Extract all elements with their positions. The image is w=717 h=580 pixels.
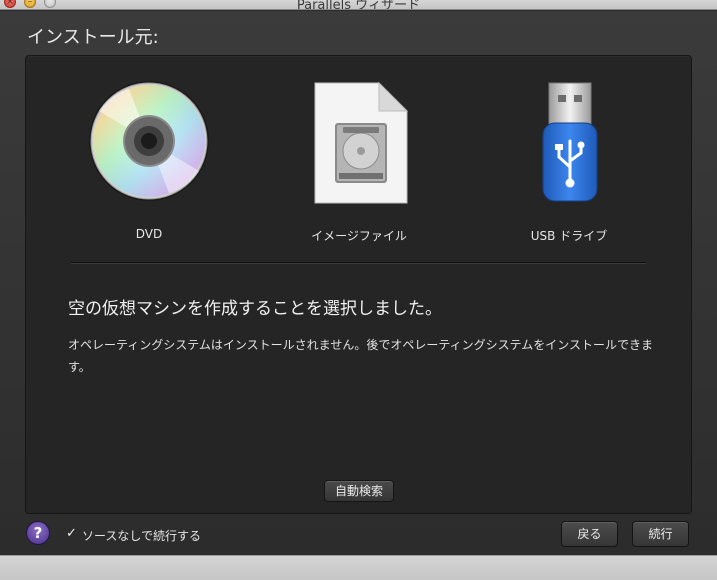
help-button[interactable]: ?	[26, 521, 50, 545]
wizard-window: インストール元: DVD イメージファイル USB ドライブ 空の仮想マシンを作…	[0, 11, 717, 555]
source-label-image-file: イメージファイル	[311, 229, 407, 243]
checkmark-icon: ✓	[66, 526, 77, 541]
window-title: Parallels ウィザード	[296, 0, 421, 10]
usb-drive-icon	[509, 81, 629, 211]
source-label-usb-drive: USB ドライブ	[530, 229, 608, 243]
auto-detect-button[interactable]: 自動検索	[324, 480, 394, 502]
continue-button[interactable]: 続行	[632, 521, 689, 547]
info-message-title: 空の仮想マシンを作成することを選択しました。	[68, 299, 442, 319]
dvd-disc-icon	[89, 81, 209, 211]
info-message-body: オペレーティングシステムはインストールされません。後でオペレーティングシステムを…	[68, 338, 654, 374]
back-button[interactable]: 戻る	[561, 521, 618, 547]
panel-divider	[71, 262, 646, 263]
install-source-heading: インストール元:	[27, 27, 159, 48]
source-selection-panel: DVD イメージファイル USB ドライブ 空の仮想マシンを作成することを選択し…	[25, 55, 692, 514]
disk-image-file-icon	[299, 81, 419, 211]
continue-without-source-label: ソースなしで続行する	[82, 529, 202, 543]
source-label-dvd: DVD	[135, 227, 163, 241]
window-titlebar: × – Parallels ウィザード	[0, 0, 717, 10]
window-bottom-edge	[0, 555, 717, 580]
